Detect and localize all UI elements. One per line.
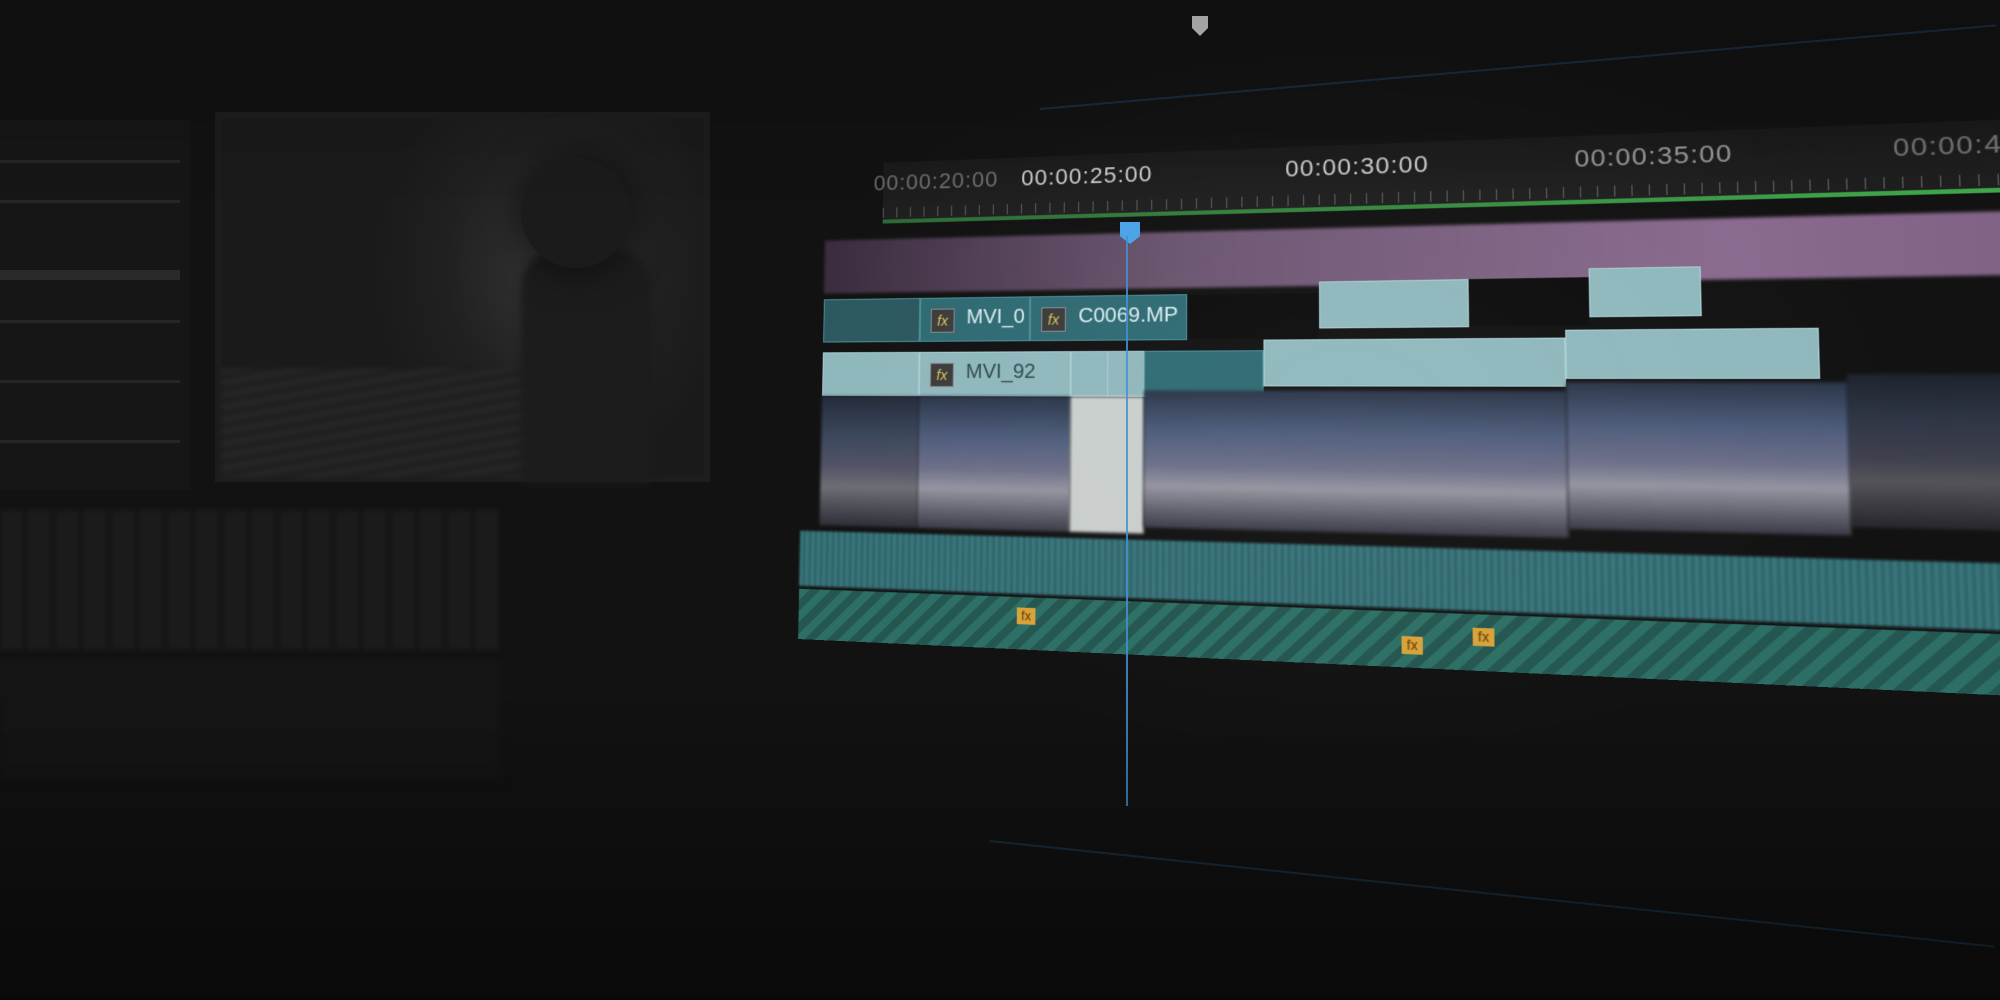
timeline-panel[interactable]: 00:00:20:00 00:00:25:00 00:00:30:00 00:0… [798, 63, 2000, 706]
level-meter-line [0, 320, 180, 323]
top-marker-icon[interactable] [1192, 16, 1208, 36]
gap [1187, 292, 1320, 341]
level-meter-line [0, 440, 180, 443]
video-thumbnail [1566, 382, 1852, 536]
clip[interactable] [823, 297, 921, 343]
fx-icon: fx [929, 362, 954, 388]
fx-icon: fx [1041, 307, 1067, 332]
clip-name: MVI_92 [965, 360, 1036, 384]
clip-name: MVI_0 [966, 305, 1025, 329]
level-meter-line [0, 380, 180, 383]
monitor-frame-head [521, 158, 631, 268]
fx-icon: fx [930, 308, 955, 333]
timecode-label: 00:00:20:00 [873, 166, 999, 196]
level-meter-line [0, 160, 180, 163]
video-thumbnail [1846, 373, 2000, 534]
left-panel [0, 120, 190, 490]
program-monitor[interactable] [215, 112, 710, 483]
gap [1468, 277, 1590, 328]
clip-mvi-0[interactable]: fx MVI_0 [919, 296, 1031, 342]
level-meter-line [0, 270, 180, 280]
clip-mvi-92[interactable]: fx MVI_92 [918, 351, 1071, 397]
level-meter-line [0, 200, 180, 203]
timecode-label: 00:00:40:00 [1892, 126, 2000, 162]
clip[interactable] [1565, 327, 1821, 379]
timecode-label: 00:00:30:00 [1285, 150, 1430, 182]
clip-c0069[interactable]: fx C0069.MP [1029, 294, 1188, 342]
clip-name: C0069.MP [1078, 303, 1179, 328]
video-thumbnail [819, 395, 919, 528]
playhead-line[interactable] [1126, 236, 1128, 806]
mixer-panel [0, 510, 500, 650]
video-thumbnail [916, 396, 1071, 532]
video-thumbnail [1143, 390, 1569, 538]
fx-icon[interactable]: fx [1016, 607, 1036, 625]
timecode-label: 00:00:35:00 [1574, 139, 1733, 173]
clip[interactable] [1318, 279, 1470, 329]
clip[interactable] [1263, 337, 1567, 387]
clip[interactable] [822, 351, 920, 397]
fx-icon[interactable]: fx [1401, 635, 1423, 655]
clip[interactable] [1588, 266, 1702, 318]
video-thumbnail [1069, 396, 1145, 534]
timecode-label: 00:00:25:00 [1021, 160, 1153, 191]
monitor-frame-subject [521, 248, 651, 483]
fx-icon[interactable]: fx [1472, 627, 1495, 647]
panel-divider [989, 840, 1995, 948]
lower-panel [0, 660, 500, 780]
